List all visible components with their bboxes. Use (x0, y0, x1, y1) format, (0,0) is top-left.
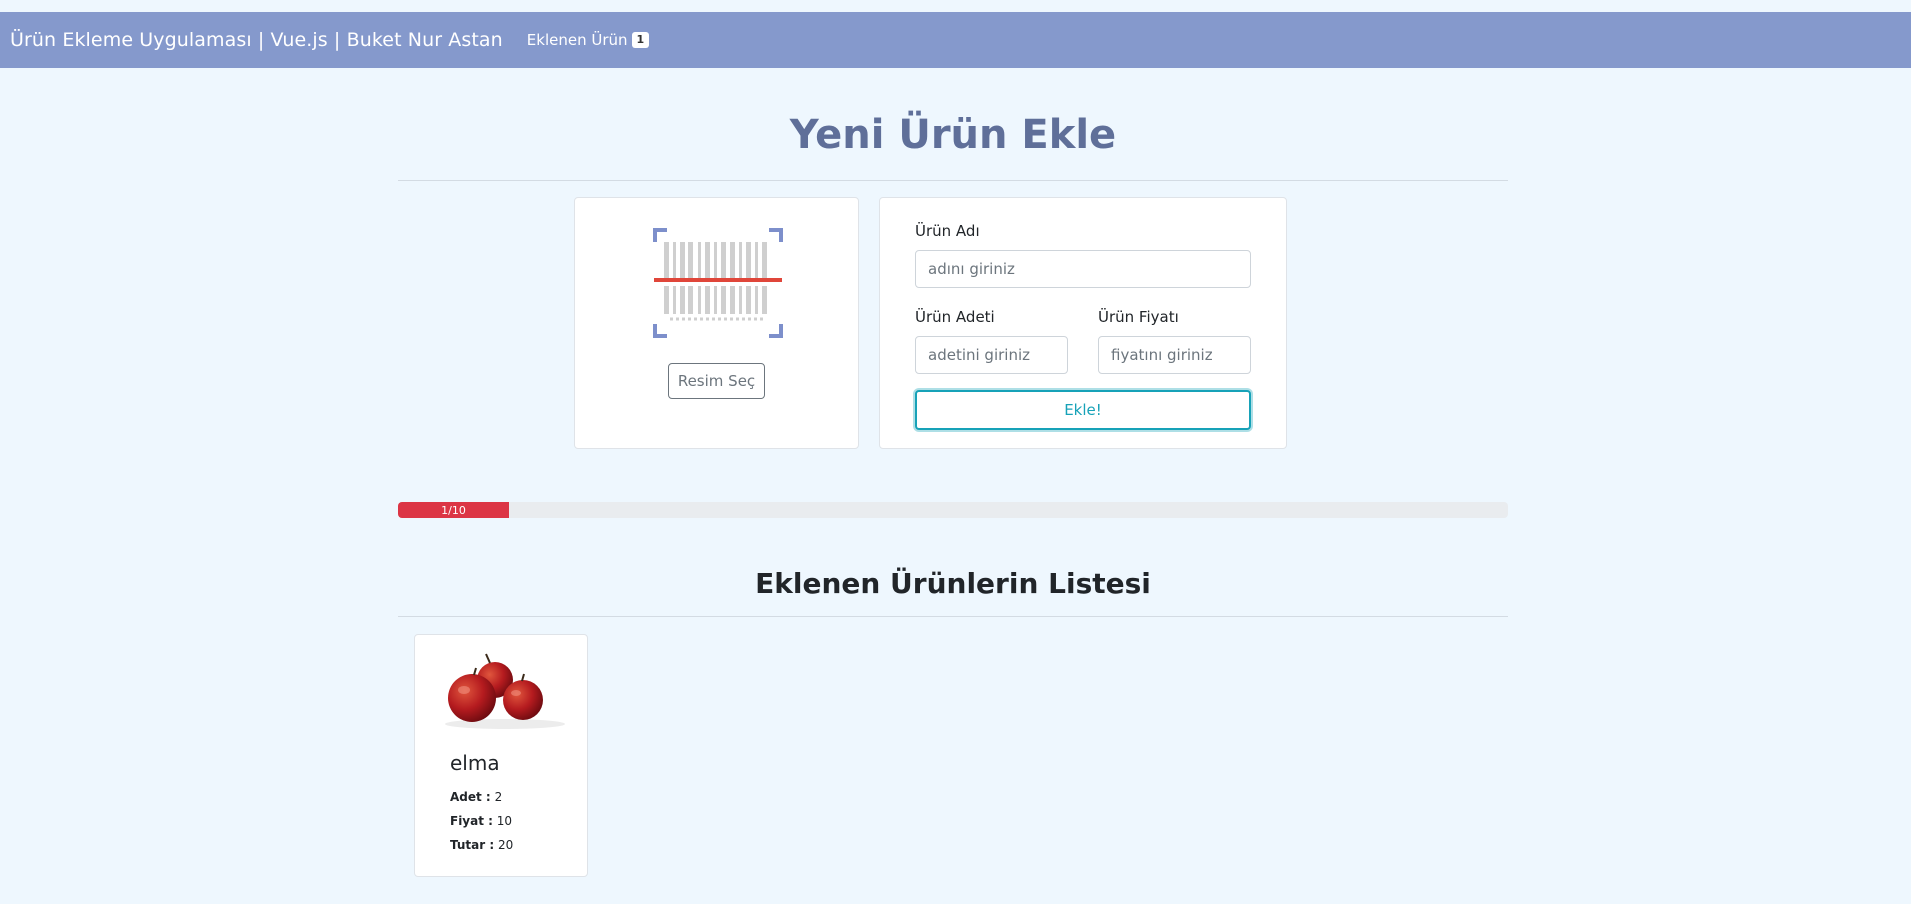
total-value: 20 (497, 838, 514, 852)
product-name: elma (450, 751, 500, 775)
quantity-value: 2 (494, 790, 503, 804)
product-list-title: Eklenen Ürünlerin Listesi (755, 567, 1151, 600)
product-total: Tutar : 20 (450, 838, 513, 852)
product-progress: 1/10 (398, 502, 1508, 518)
navbar: Ürün Ekleme Uygulaması | Vue.js | Buket … (0, 12, 1911, 68)
product-name-label: Ürün Adı (915, 222, 980, 240)
product-quantity-label: Ürün Adeti (915, 308, 995, 326)
product-card: elma Adet : 2 Fiyat : 10 Tutar : 20 (414, 634, 588, 877)
select-image-button[interactable]: Resim Seç (668, 363, 765, 399)
page-title: Yeni Ürün Ekle (789, 112, 1117, 158)
barcode-scan-icon (653, 228, 783, 338)
product-name-input[interactable] (915, 250, 1251, 288)
product-form-card: Ürün Adı Ürün Adeti Ürün Fiyatı Ekle! (879, 197, 1287, 449)
apple-image (430, 650, 574, 730)
count-badge: 1 (631, 32, 650, 48)
product-quantity-input[interactable] (915, 336, 1068, 374)
product-price-label: Ürün Fiyatı (1098, 308, 1179, 326)
add-product-button[interactable]: Ekle! (915, 390, 1251, 430)
quantity-label: Adet : (450, 790, 491, 804)
product-price-input[interactable] (1098, 336, 1251, 374)
image-upload-card: Resim Seç (574, 197, 859, 449)
navbar-brand[interactable]: Ürün Ekleme Uygulaması | Vue.js | Buket … (10, 29, 503, 51)
added-products-counter[interactable]: Eklenen Ürün 1 (526, 31, 650, 49)
product-price: Fiyat : 10 (450, 814, 512, 828)
price-label: Fiyat : (450, 814, 493, 828)
price-value: 10 (496, 814, 513, 828)
list-divider (398, 616, 1508, 617)
progress-bar: 1/10 (398, 502, 509, 518)
title-divider (398, 180, 1508, 181)
total-label: Tutar : (450, 838, 495, 852)
product-quantity: Adet : 2 (450, 790, 502, 804)
added-products-label: Eklenen Ürün (526, 31, 628, 49)
